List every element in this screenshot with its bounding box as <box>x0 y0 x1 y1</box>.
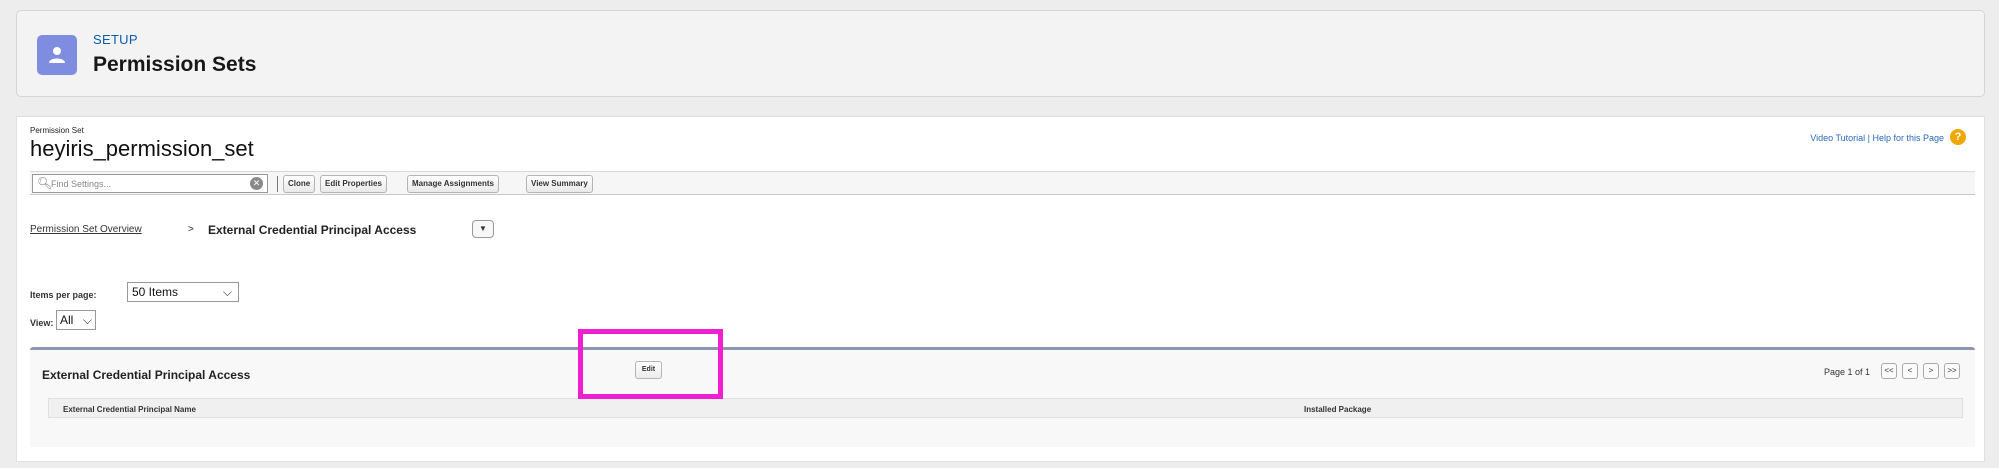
chevron-down-icon: ⌵ <box>222 285 232 299</box>
view-summary-button[interactable]: View Summary <box>526 175 593 193</box>
breadcrumb-current: External Credential Principal Access <box>208 223 417 237</box>
view-label: View: <box>30 318 54 328</box>
find-settings-input[interactable] <box>51 176 231 191</box>
chevron-down-icon: ⌵ <box>82 313 92 327</box>
find-settings-box: 🔍︎ ✕ <box>32 174 268 193</box>
clear-search-icon[interactable]: ✕ <box>250 177 263 190</box>
manage-assignments-button[interactable]: Manage Assignments <box>407 175 499 193</box>
edit-properties-button[interactable]: Edit Properties <box>320 175 387 193</box>
view-value: All <box>60 313 74 327</box>
table-header-row: External Credential Principal Name Insta… <box>48 398 1963 418</box>
header-eyebrow: SETUP <box>93 32 138 47</box>
toolbar-separator <box>277 176 278 192</box>
previous-page-button[interactable]: < <box>1902 363 1918 379</box>
last-page-button[interactable]: >> <box>1944 363 1960 379</box>
help-icon[interactable]: ? <box>1950 129 1966 145</box>
view-select[interactable]: All ⌵ <box>56 310 96 330</box>
column-installed-package[interactable]: Installed Package <box>1304 405 1371 414</box>
toolbar: 🔍︎ ✕ Clone Edit Properties Manage Assign… <box>30 171 1975 195</box>
items-per-page-select[interactable]: 50 Items ⌵ <box>127 282 239 302</box>
items-per-page-value: 50 Items <box>132 285 179 299</box>
search-icon: 🔍︎ <box>37 176 53 190</box>
pager: Page 1 of 1 << < > >> <box>1805 361 1965 381</box>
related-list-title: External Credential Principal Access <box>42 368 251 382</box>
related-list: External Credential Principal Access Edi… <box>30 347 1975 447</box>
column-principal-name[interactable]: External Credential Principal Name <box>63 405 196 414</box>
annotation-highlight-box <box>578 329 723 399</box>
help-link[interactable]: Video Tutorial | Help for this Page <box>1810 133 1944 143</box>
page-title: Permission Sets <box>93 53 257 76</box>
main-content: Permission Set heyiris_permission_set Vi… <box>16 116 1985 462</box>
permission-set-name: heyiris_permission_set <box>30 136 254 161</box>
permission-set-label: Permission Set <box>30 126 84 135</box>
clone-button[interactable]: Clone <box>283 175 316 193</box>
next-page-button[interactable]: > <box>1923 363 1939 379</box>
items-per-page-label: Items per page: <box>30 290 97 300</box>
pager-text: Page 1 of 1 <box>1823 367 1870 377</box>
user-icon <box>37 35 77 75</box>
breadcrumb-overview-link[interactable]: Permission Set Overview <box>30 224 142 235</box>
first-page-button[interactable]: << <box>1881 363 1897 379</box>
breadcrumb-separator: > <box>188 224 194 235</box>
page-header: SETUP Permission Sets <box>16 10 1985 97</box>
breadcrumb-dropdown-icon[interactable]: ▼ <box>472 220 494 238</box>
